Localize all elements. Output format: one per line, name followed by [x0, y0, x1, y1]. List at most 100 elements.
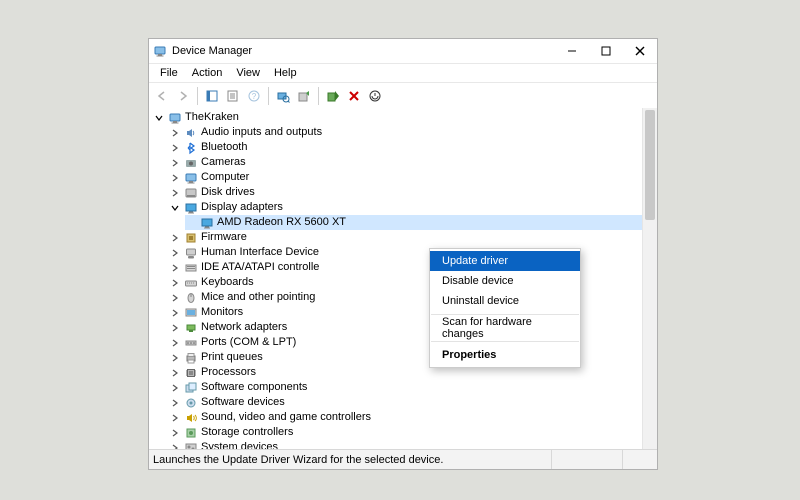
menu-help[interactable]: Help — [267, 66, 304, 80]
monitor-icon — [183, 305, 198, 320]
tree-twisty[interactable] — [153, 112, 165, 124]
scrollbar-thumb[interactable] — [645, 110, 655, 220]
tree-category-label: Storage controllers — [201, 425, 293, 440]
tree-category[interactable]: Display adapters — [169, 200, 643, 215]
disk-icon — [183, 185, 198, 200]
tree-category-label: Monitors — [201, 305, 243, 320]
tree-twisty[interactable] — [169, 232, 181, 244]
minimize-button[interactable] — [555, 39, 589, 63]
tree-twisty[interactable] — [169, 322, 181, 334]
keyboard-icon — [183, 275, 198, 290]
tree-twisty[interactable] — [169, 172, 181, 184]
tree-twisty[interactable] — [169, 352, 181, 364]
sound-icon — [183, 410, 198, 425]
menu-action[interactable]: Action — [185, 66, 230, 80]
tree-twisty[interactable] — [169, 427, 181, 439]
tree-category-label: Network adapters — [201, 320, 287, 335]
show-hide-console-tree-button[interactable] — [202, 86, 222, 106]
tree-category-label: Software components — [201, 380, 307, 395]
close-button[interactable] — [623, 39, 657, 63]
menu-view[interactable]: View — [229, 66, 267, 80]
back-button[interactable] — [152, 86, 172, 106]
tree-twisty[interactable] — [169, 442, 181, 450]
tree-category-label: Audio inputs and outputs — [201, 125, 322, 140]
tree-category[interactable]: Cameras — [169, 155, 643, 170]
tree-category-label: Ports (COM & LPT) — [201, 335, 296, 350]
tree-twisty[interactable] — [169, 157, 181, 169]
tree-twisty[interactable] — [169, 262, 181, 274]
tree-category[interactable]: System devices — [169, 440, 643, 449]
storage-icon — [183, 425, 198, 440]
tree-category-label: Bluetooth — [201, 140, 247, 155]
tree-category[interactable]: Audio inputs and outputs — [169, 125, 643, 140]
tree-root[interactable]: TheKraken — [153, 110, 643, 125]
tree-category-label: Sound, video and game controllers — [201, 410, 371, 425]
context-menu-separator — [431, 341, 579, 342]
statusbar: Launches the Update Driver Wizard for th… — [149, 449, 657, 469]
context-menu-item[interactable]: Scan for hardware changes — [430, 318, 580, 338]
tree-category[interactable]: Disk drives — [169, 185, 643, 200]
ide-icon — [183, 260, 198, 275]
tree-category-label: Mice and other pointing — [201, 290, 315, 305]
tree-category-label: Firmware — [201, 230, 247, 245]
scan-hardware-button[interactable] — [273, 86, 293, 106]
tree-category-label: Computer — [201, 170, 249, 185]
forward-button[interactable] — [173, 86, 193, 106]
tree-twisty[interactable] — [169, 412, 181, 424]
tree-device[interactable]: AMD Radeon RX 5600 XT — [185, 215, 643, 230]
tree-twisty[interactable] — [169, 142, 181, 154]
context-menu-item[interactable]: Update driver — [430, 251, 580, 271]
menu-file[interactable]: File — [153, 66, 185, 80]
update-driver-button[interactable] — [294, 86, 314, 106]
statusbar-cell-2 — [551, 450, 622, 469]
tree-twisty[interactable] — [169, 277, 181, 289]
display-icon — [199, 215, 214, 230]
enable-device-button[interactable] — [323, 86, 343, 106]
tree-category-label: Processors — [201, 365, 256, 380]
tree-category-label: Disk drives — [201, 185, 255, 200]
tree-twisty[interactable] — [169, 202, 181, 214]
vertical-scrollbar[interactable] — [642, 108, 657, 449]
context-menu-item[interactable]: Properties — [430, 345, 580, 365]
tree-category-label: Keyboards — [201, 275, 254, 290]
tree-twisty[interactable] — [169, 187, 181, 199]
tree-twisty-none — [185, 217, 197, 229]
tree-category[interactable]: Computer — [169, 170, 643, 185]
tree-twisty[interactable] — [169, 382, 181, 394]
context-menu-separator — [431, 314, 579, 315]
tree-category[interactable]: Sound, video and game controllers — [169, 410, 643, 425]
statusbar-text: Launches the Update Driver Wizard for th… — [153, 454, 443, 466]
tree-twisty[interactable] — [169, 247, 181, 259]
tree-twisty[interactable] — [169, 367, 181, 379]
tree-twisty[interactable] — [169, 292, 181, 304]
context-menu-item[interactable]: Uninstall device — [430, 291, 580, 311]
titlebar: Device Manager — [149, 39, 657, 64]
tree-twisty[interactable] — [169, 397, 181, 409]
tree-twisty[interactable] — [169, 337, 181, 349]
tree-category[interactable]: Bluetooth — [169, 140, 643, 155]
bluetooth-icon — [183, 140, 198, 155]
uninstall-device-button[interactable] — [365, 86, 385, 106]
printer-icon — [183, 350, 198, 365]
computer-icon — [167, 110, 182, 125]
tree-category[interactable]: Storage controllers — [169, 425, 643, 440]
tree-category[interactable]: Software components — [169, 380, 643, 395]
tree-twisty[interactable] — [169, 127, 181, 139]
tree-twisty[interactable] — [169, 307, 181, 319]
port-icon — [183, 335, 198, 350]
system-icon — [183, 440, 198, 449]
tree-category[interactable]: Firmware — [169, 230, 643, 245]
softcomp-icon — [183, 380, 198, 395]
tree-category[interactable]: Software devices — [169, 395, 643, 410]
disable-device-button[interactable] — [344, 86, 364, 106]
help-button[interactable]: ? — [244, 86, 264, 106]
context-menu-item[interactable]: Disable device — [430, 271, 580, 291]
tree-category-label: IDE ATA/ATAPI controlle — [201, 260, 319, 275]
computer-icon — [183, 170, 198, 185]
properties-button[interactable] — [223, 86, 243, 106]
maximize-button[interactable] — [589, 39, 623, 63]
tree-category-label: Print queues — [201, 350, 263, 365]
window-title: Device Manager — [172, 45, 252, 57]
toolbar: ? — [149, 83, 657, 110]
statusbar-cell-3 — [622, 450, 653, 469]
